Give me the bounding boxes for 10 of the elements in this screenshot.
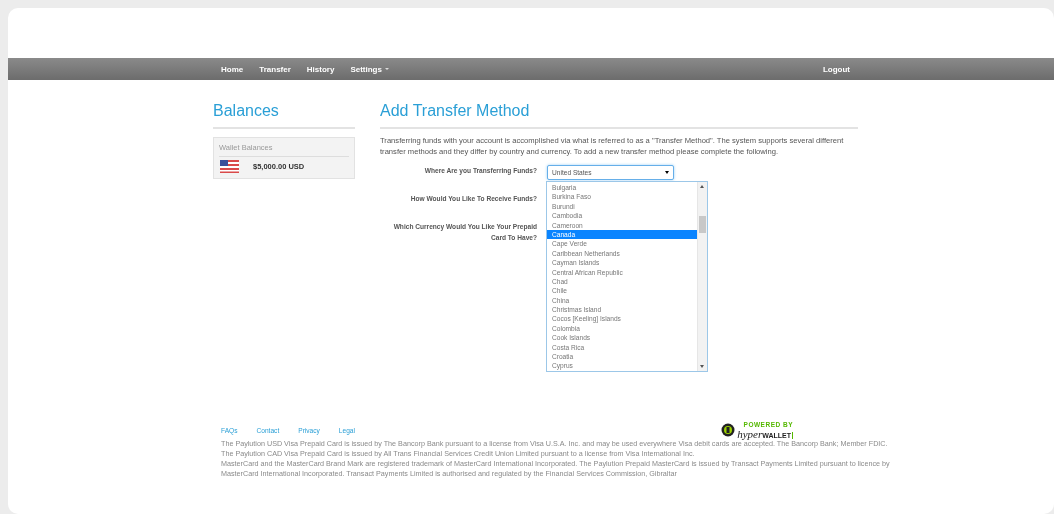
- section-heading: Balances: [213, 102, 355, 129]
- logout-link[interactable]: Logout: [822, 64, 850, 74]
- nav-link[interactable]: Settings: [350, 64, 389, 74]
- page-title: Add Transfer Method: [380, 102, 858, 129]
- nav-link[interactable]: Home: [221, 64, 244, 74]
- flag-icon: [220, 160, 239, 173]
- nav-link[interactable]: Transfer: [259, 64, 291, 74]
- scrollbar[interactable]: [697, 182, 707, 371]
- nav-link[interactable]: History: [306, 64, 335, 74]
- caret-icon: [665, 171, 669, 174]
